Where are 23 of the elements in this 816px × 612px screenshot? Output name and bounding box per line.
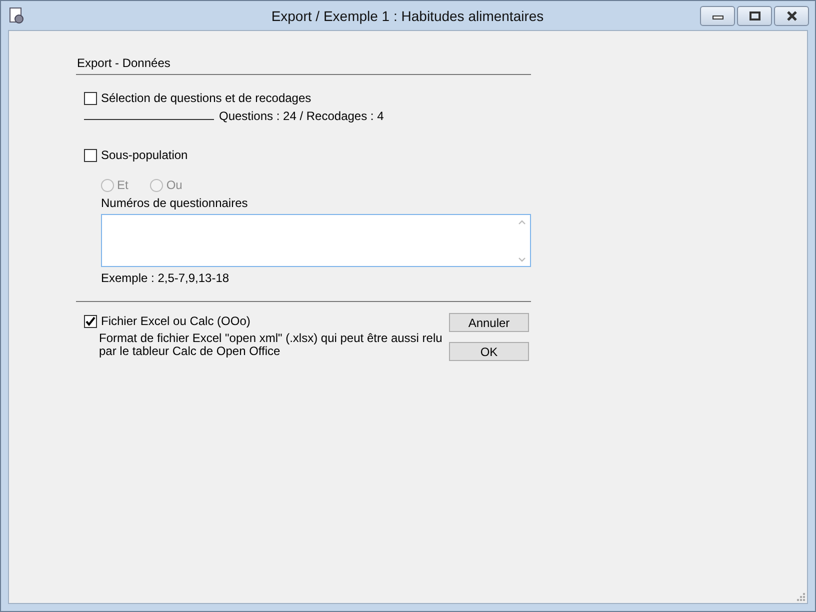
window-title: Export / Exemple 1 : Habitudes alimentaires <box>270 8 545 24</box>
app-icon <box>9 6 25 24</box>
checkbox[interactable] <box>84 314 97 328</box>
checkbox-label: Fichier Excel ou Calc (OOo) <box>101 314 250 328</box>
radio-label: Ou <box>166 178 182 192</box>
checkbox[interactable] <box>84 148 97 162</box>
example-text: Exemple : 2,5-7,9,13-18 <box>101 271 230 287</box>
dialog-button[interactable]: OK <box>449 342 529 361</box>
checkbox-label: Sélection de questions et de recodages <box>101 91 312 105</box>
resize-grip-icon[interactable] <box>796 592 806 602</box>
section-title: Export - Données <box>76 56 172 72</box>
description-text: Format de fichier Excel "open xml" (.xlsx) qui peut être aussi relu par le tableur Calc de Open Office <box>99 332 444 358</box>
minimize-button[interactable] <box>700 6 735 26</box>
maximize-button[interactable] <box>737 6 772 26</box>
close-button[interactable] <box>774 6 809 26</box>
checkbox-label: Sous-population <box>101 148 188 162</box>
checkbox[interactable] <box>84 92 97 104</box>
close-icon <box>786 10 798 20</box>
maximize-icon <box>748 10 760 20</box>
field-label: Numéros de questionnaires <box>101 196 249 212</box>
radio-label: Et <box>117 178 128 192</box>
dialog-button[interactable]: Annuler <box>449 313 529 332</box>
selection-summary: Questions : 24 / Recodages : 4 <box>219 109 384 123</box>
